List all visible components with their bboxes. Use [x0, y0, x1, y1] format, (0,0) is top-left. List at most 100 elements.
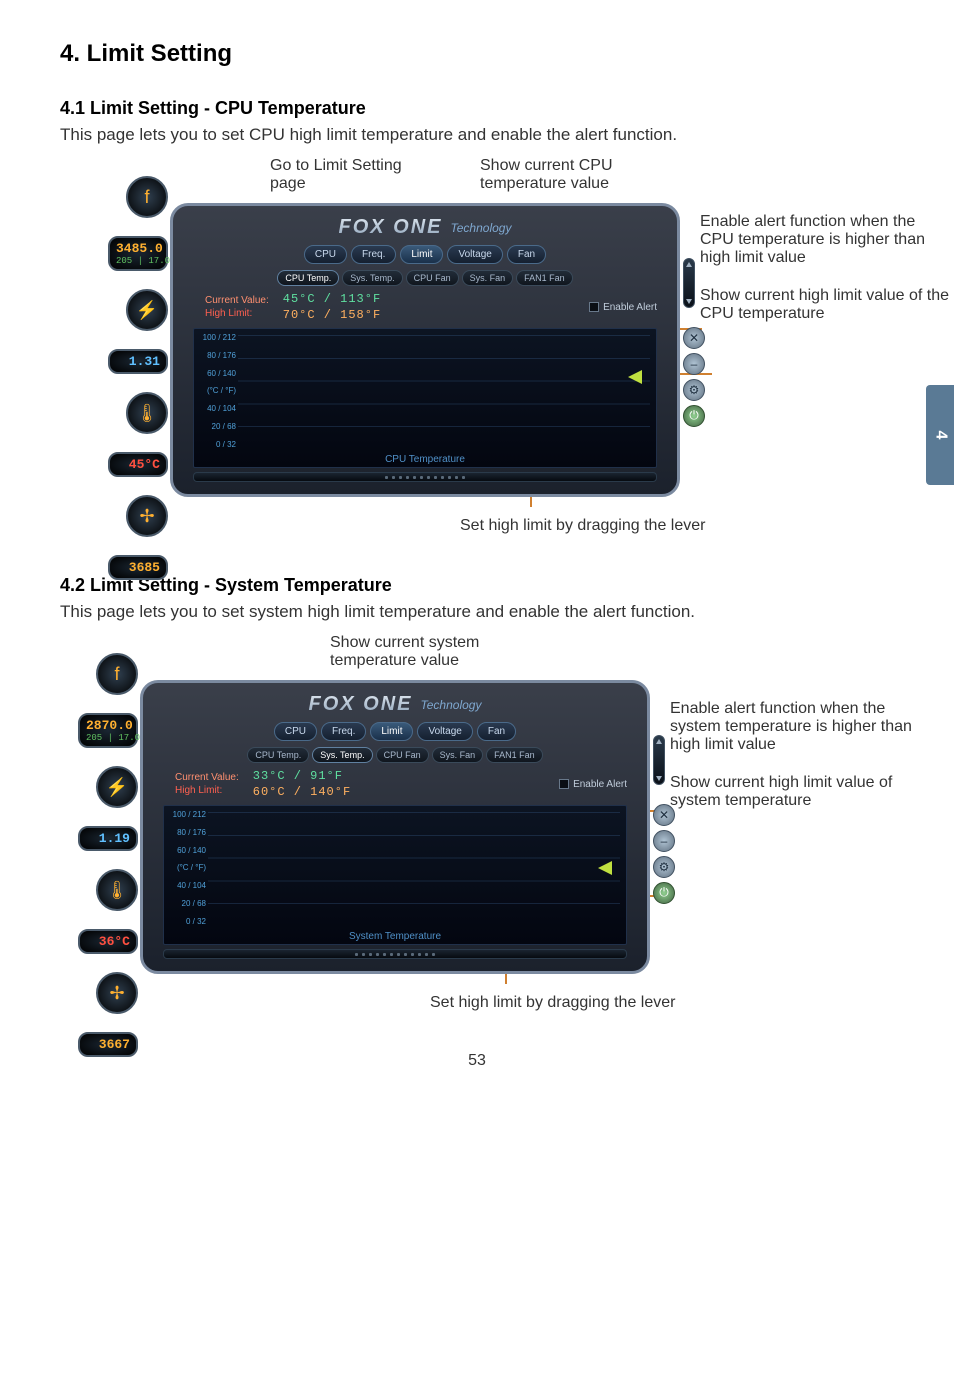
readout-freq: 2870.0 205 | 17.0	[78, 713, 138, 748]
enable-alert-checkbox[interactable]: Enable Alert	[559, 779, 627, 790]
high-limit-label: High Limit:	[205, 308, 269, 319]
tab-limit[interactable]: Limit	[370, 722, 413, 741]
brand-sub-label: Technology	[421, 698, 482, 712]
heading-4-1: 4.1 Limit Setting - CPU Temperature	[60, 98, 894, 119]
minimize-icon[interactable]: –	[653, 830, 675, 852]
fan-icon: ✢	[126, 495, 168, 537]
high-limit-value: 70°C / 158°F	[283, 308, 381, 322]
readout-fan: 3685	[108, 555, 168, 580]
callout-high-limit: Show current high limit value of system …	[670, 774, 920, 810]
logo-icon: f	[126, 176, 168, 218]
section-4-2: 4.2 Limit Setting - System Temperature T…	[60, 575, 894, 1012]
main-tabs: CPU Freq. Limit Voltage Fan	[185, 245, 665, 264]
bolt-icon: ⚡	[126, 289, 168, 331]
readout-fan: 3667	[78, 1032, 138, 1057]
subtab-sys-fan[interactable]: Sys. Fan	[462, 270, 514, 286]
settings-icon[interactable]: ⚙	[683, 379, 705, 401]
enable-alert-checkbox[interactable]: Enable Alert	[589, 302, 657, 313]
scroll-control[interactable]	[653, 735, 665, 785]
chart-title: CPU Temperature	[194, 454, 656, 465]
power-icon[interactable]: ⏻	[653, 882, 675, 904]
readout-freq: 3485.0 205 | 17.0	[108, 236, 168, 271]
limit-lever[interactable]	[598, 861, 612, 875]
subtab-sys-temp[interactable]: Sys. Temp.	[312, 747, 372, 763]
current-value-label: Current Value:	[175, 772, 239, 783]
diagram-4-1: f 3485.0 205 | 17.0 ⚡ 1.31 🌡 45°C ✢ 3685…	[60, 203, 894, 497]
tab-freq[interactable]: Freq.	[321, 722, 366, 741]
chart-grid	[238, 335, 650, 449]
tab-voltage[interactable]: Voltage	[447, 245, 502, 264]
intro-4-2: This page lets you to set system high li…	[60, 602, 894, 622]
current-value: 45°C / 113°F	[283, 292, 381, 306]
playbar[interactable]	[163, 949, 627, 959]
diagram-4-2: f 2870.0 205 | 17.0 ⚡ 1.19 🌡 36°C ✢ 3667…	[60, 680, 894, 974]
y-axis-labels: 100 / 212 80 / 176 60 / 140 (°C / °F) 40…	[196, 333, 236, 449]
readout-temp: 36°C	[78, 929, 138, 954]
callout-goto-limit: Go to Limit Setting page	[270, 157, 440, 193]
logo-icon: f	[96, 653, 138, 695]
sub-tabs: CPU Temp. Sys. Temp. CPU Fan Sys. Fan FA…	[185, 270, 665, 286]
main-tabs: CPU Freq. Limit Voltage Fan	[155, 722, 635, 741]
power-icon[interactable]: ⏻	[683, 405, 705, 427]
foxone-window: f 2870.0 205 | 17.0 ⚡ 1.19 🌡 36°C ✢ 3667…	[140, 680, 650, 974]
heading-4-2: 4.2 Limit Setting - System Temperature	[60, 575, 894, 596]
intro-4-1: This page lets you to set CPU high limit…	[60, 125, 894, 145]
subtab-cpu-temp[interactable]: CPU Temp.	[247, 747, 309, 763]
brand-sub-label: Technology	[451, 221, 512, 235]
playbar[interactable]	[193, 472, 657, 482]
callout-high-limit: Show current high limit value of the CPU…	[700, 287, 950, 323]
checkbox-icon[interactable]	[589, 302, 599, 312]
high-limit-label: High Limit:	[175, 785, 239, 796]
tab-limit[interactable]: Limit	[400, 245, 443, 264]
chart-title: System Temperature	[164, 931, 626, 942]
callout-enable-alert: Enable alert function when the system te…	[670, 700, 920, 754]
thermo-icon: 🌡	[96, 869, 138, 911]
tab-fan[interactable]: Fan	[507, 245, 546, 264]
brand-label: FOX ONE	[309, 693, 413, 716]
callout-drag-lever: Set high limit by dragging the lever	[460, 517, 894, 535]
callout-current-sys-temp: Show current system temperature value	[330, 634, 530, 670]
enable-alert-label: Enable Alert	[573, 779, 627, 790]
readout-volt: 1.19	[78, 826, 138, 851]
cpu-temp-chart: 100 / 212 80 / 176 60 / 140 (°C / °F) 40…	[193, 328, 657, 468]
scroll-control[interactable]	[683, 258, 695, 308]
subtab-cpu-fan[interactable]: CPU Fan	[406, 270, 459, 286]
high-limit-value: 60°C / 140°F	[253, 785, 351, 799]
checkbox-icon[interactable]	[559, 779, 569, 789]
brand-label: FOX ONE	[339, 216, 443, 239]
subtab-cpu-fan[interactable]: CPU Fan	[376, 747, 429, 763]
enable-alert-label: Enable Alert	[603, 302, 657, 313]
y-axis-labels: 100 / 212 80 / 176 60 / 140 (°C / °F) 40…	[166, 810, 206, 926]
subtab-fan1-fan[interactable]: FAN1 Fan	[486, 747, 543, 763]
bolt-icon: ⚡	[96, 766, 138, 808]
foxone-window: f 3485.0 205 | 17.0 ⚡ 1.31 🌡 45°C ✢ 3685…	[170, 203, 680, 497]
tab-fan[interactable]: Fan	[477, 722, 516, 741]
side-readouts: f 3485.0 205 | 17.0 ⚡ 1.31 🌡 45°C ✢ 3685	[68, 176, 168, 580]
page-number: 53	[60, 1052, 894, 1070]
readout-volt: 1.31	[108, 349, 168, 374]
subtab-sys-fan[interactable]: Sys. Fan	[432, 747, 484, 763]
side-readouts: f 2870.0 205 | 17.0 ⚡ 1.19 🌡 36°C ✢ 3667	[38, 653, 138, 1057]
subtab-fan1-fan[interactable]: FAN1 Fan	[516, 270, 573, 286]
subtab-cpu-temp[interactable]: CPU Temp.	[277, 270, 339, 286]
thermo-icon: 🌡	[126, 392, 168, 434]
tab-cpu[interactable]: CPU	[274, 722, 317, 741]
callout-current-cpu-temp: Show current CPU temperature value	[480, 157, 650, 193]
current-value-label: Current Value:	[205, 295, 269, 306]
subtab-sys-temp[interactable]: Sys. Temp.	[342, 270, 402, 286]
current-value: 33°C / 91°F	[253, 769, 351, 783]
tab-voltage[interactable]: Voltage	[417, 722, 472, 741]
section-4-1: 4.1 Limit Setting - CPU Temperature This…	[60, 98, 894, 535]
tab-cpu[interactable]: CPU	[304, 245, 347, 264]
settings-icon[interactable]: ⚙	[653, 856, 675, 878]
chart-grid	[208, 812, 620, 926]
sys-temp-chart: 100 / 212 80 / 176 60 / 140 (°C / °F) 40…	[163, 805, 627, 945]
limit-lever[interactable]	[628, 370, 642, 384]
readout-temp: 45°C	[108, 452, 168, 477]
sub-tabs: CPU Temp. Sys. Temp. CPU Fan Sys. Fan FA…	[155, 747, 635, 763]
tab-freq[interactable]: Freq.	[351, 245, 396, 264]
callout-drag-lever: Set high limit by dragging the lever	[430, 994, 894, 1012]
page-title: 4. Limit Setting	[60, 40, 894, 68]
callout-enable-alert: Enable alert function when the CPU tempe…	[700, 213, 950, 267]
minimize-icon[interactable]: –	[683, 353, 705, 375]
